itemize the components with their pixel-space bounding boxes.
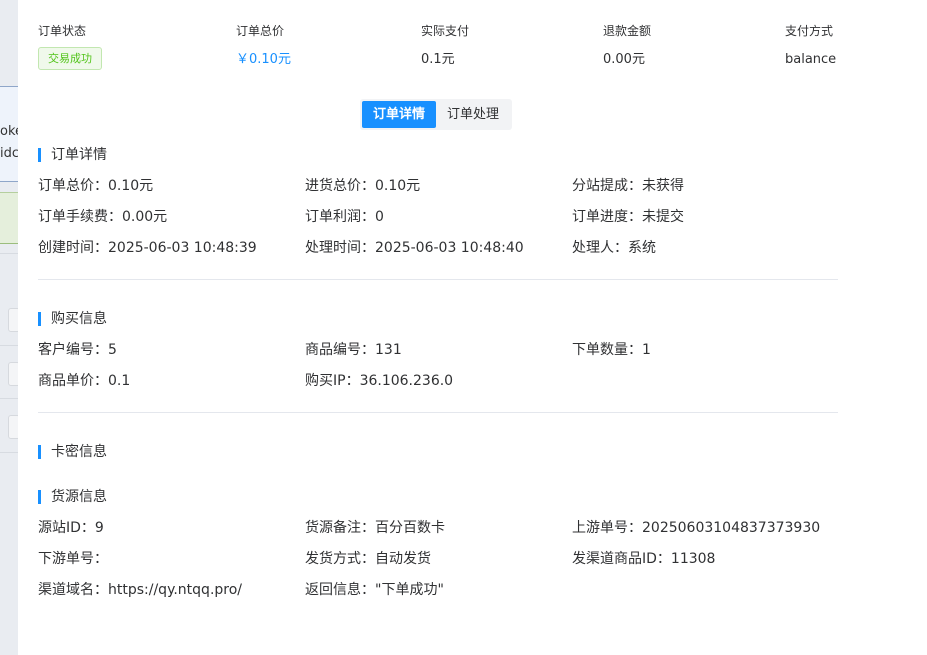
background-text-2: idc bbox=[0, 146, 18, 161]
source-row: 下游单号： 发货方式：自动发货 发渠道商品ID：11308 bbox=[38, 549, 858, 569]
method-column: 支付方式 balance bbox=[785, 22, 836, 69]
detail-row: 订单总价：0.10元 进货总价：0.10元 分站提成：未获得 bbox=[38, 176, 858, 196]
channel-product-id: 发渠道商品ID：11308 bbox=[572, 551, 716, 567]
order-detail-title: 订单详情 bbox=[38, 147, 107, 163]
downstream-order-no: 下游单号： bbox=[38, 551, 108, 567]
channel-domain: 渠道域名：https://qy.ntqq.pro/ bbox=[38, 582, 243, 598]
status-badge: 交易成功 bbox=[38, 47, 102, 70]
background-page: oke idc bbox=[0, 0, 18, 655]
background-divider bbox=[0, 452, 18, 453]
background-divider bbox=[0, 345, 18, 346]
tab-order-detail[interactable]: 订单详情 bbox=[362, 101, 437, 128]
upstream-order-no: 上游单号：20250603104837373930 bbox=[572, 520, 821, 536]
customer-id: 客户编号：5 bbox=[38, 342, 117, 358]
created-time: 创建时间：2025-06-03 10:48:39 bbox=[38, 240, 257, 256]
refund-label: 退款金额 bbox=[603, 24, 652, 38]
background-divider bbox=[0, 398, 18, 399]
source-site-id: 源站ID：9 bbox=[38, 520, 104, 536]
background-divider bbox=[0, 253, 18, 254]
purchase-row: 商品单价：0.1 购买IP：36.106.236.0 bbox=[38, 371, 858, 391]
tab-group: 订单详情 订单处理 bbox=[360, 99, 513, 130]
purchase-ip: 购买IP：36.106.236.0 bbox=[305, 373, 454, 389]
background-text-1: oke bbox=[0, 124, 18, 139]
order-quantity: 下单数量：1 bbox=[572, 342, 651, 358]
paid-value: 0.1元 bbox=[421, 52, 455, 67]
tab-order-process[interactable]: 订单处理 bbox=[436, 101, 510, 128]
delivery-method: 发货方式：自动发货 bbox=[305, 551, 431, 567]
background-button-3 bbox=[8, 415, 18, 439]
handler: 处理人：系统 bbox=[572, 240, 656, 256]
total-column: 订单总价 ￥0.10元 bbox=[236, 22, 291, 69]
status-column: 订单状态 交易成功 bbox=[38, 22, 102, 70]
source-info-title: 货源信息 bbox=[38, 489, 107, 505]
detail-row: 订单手续费：0.00元 订单利润：0 订单进度：未提交 bbox=[38, 207, 858, 227]
order-fee: 订单手续费：0.00元 bbox=[38, 209, 168, 225]
method-value: balance bbox=[785, 52, 837, 67]
source-row: 渠道域名：https://qy.ntqq.pro/ 返回信息："下单成功" bbox=[38, 580, 858, 600]
purchase-row: 客户编号：5 商品编号：131 下单数量：1 bbox=[38, 340, 858, 360]
processed-time: 处理时间：2025-06-03 10:48:40 bbox=[305, 240, 524, 256]
card-info-title: 卡密信息 bbox=[38, 444, 107, 460]
paid-column: 实际支付 0.1元 bbox=[421, 22, 469, 69]
source-remark: 货源备注：百分百数卡 bbox=[305, 520, 445, 536]
detail-row: 创建时间：2025-06-03 10:48:39 处理时间：2025-06-03… bbox=[38, 238, 858, 258]
background-button-2 bbox=[8, 362, 18, 386]
unit-price: 商品单价：0.1 bbox=[38, 373, 131, 389]
order-summary: 订单状态 交易成功 订单总价 ￥0.10元 实际支付 0.1元 退款金额 0.0… bbox=[18, 0, 927, 80]
method-label: 支付方式 bbox=[785, 24, 834, 38]
background-button-1 bbox=[8, 308, 18, 332]
order-profit: 订单利润：0 bbox=[305, 209, 384, 225]
order-progress: 订单进度：未提交 bbox=[572, 209, 684, 225]
return-message: 返回信息："下单成功" bbox=[305, 582, 444, 598]
purchase-info-title: 购买信息 bbox=[38, 311, 107, 327]
refund-value: 0.00元 bbox=[603, 52, 645, 67]
order-total-price: 订单总价：0.10元 bbox=[38, 178, 154, 194]
section-divider bbox=[38, 412, 838, 413]
section-divider bbox=[38, 279, 838, 280]
paid-label: 实际支付 bbox=[421, 24, 470, 38]
product-id: 商品编号：131 bbox=[305, 342, 402, 358]
total-value: ￥0.10元 bbox=[236, 52, 291, 67]
status-label: 订单状态 bbox=[38, 24, 87, 38]
source-row: 源站ID：9 货源备注：百分百数卡 上游单号：20250603104837373… bbox=[38, 518, 858, 538]
background-success-bar bbox=[0, 192, 18, 244]
refund-column: 退款金额 0.00元 bbox=[603, 22, 651, 69]
purchase-total-price: 进货总价：0.10元 bbox=[305, 178, 421, 194]
order-detail-drawer: 订单状态 交易成功 订单总价 ￥0.10元 实际支付 0.1元 退款金额 0.0… bbox=[18, 0, 927, 655]
substation-commission: 分站提成：未获得 bbox=[572, 178, 684, 194]
total-label: 订单总价 bbox=[236, 24, 285, 38]
